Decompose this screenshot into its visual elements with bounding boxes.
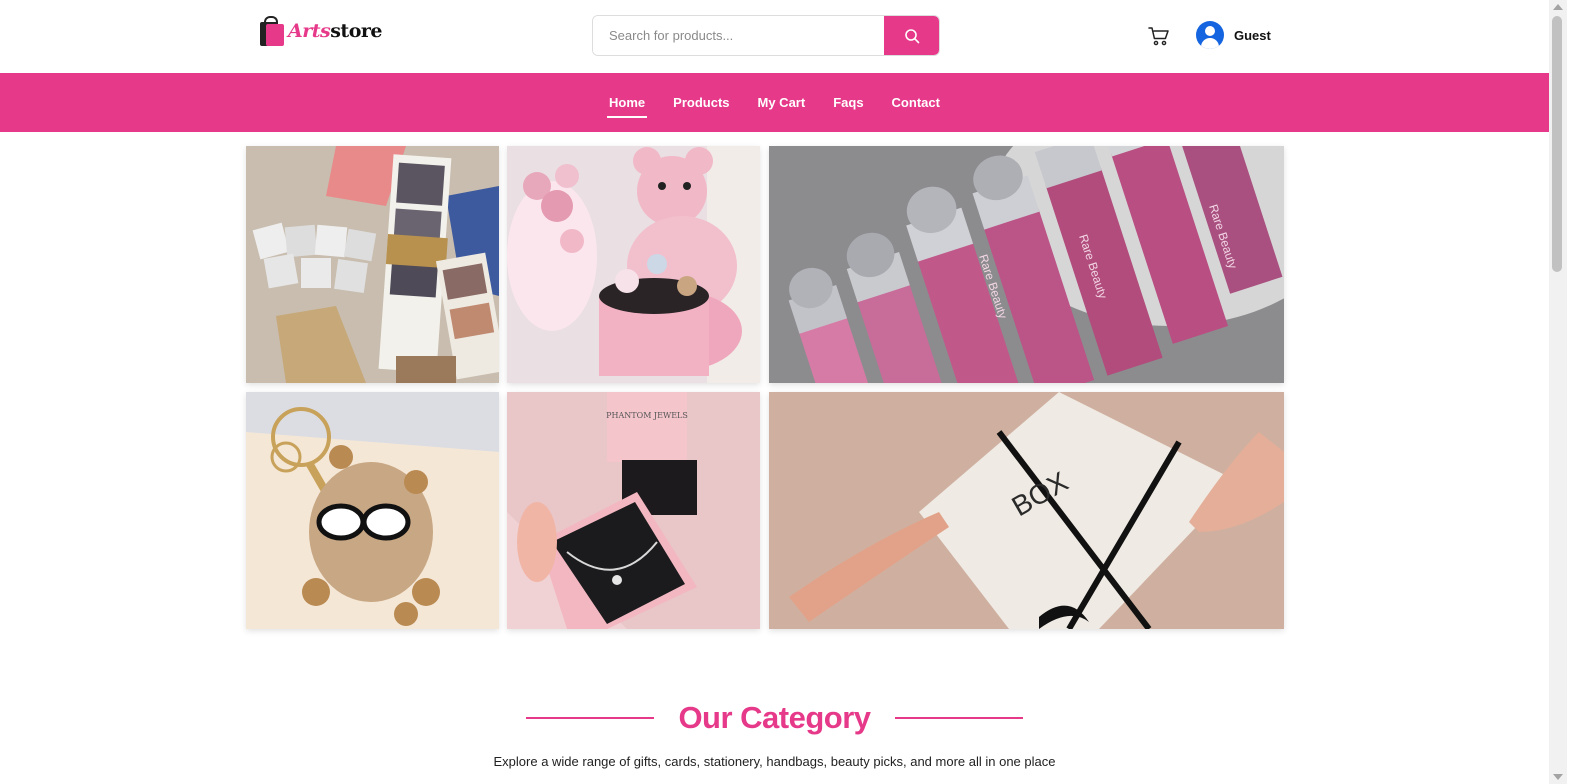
photo-strips-bouquet-image[interactable] xyxy=(246,146,499,383)
nav-faqs[interactable]: Faqs xyxy=(831,91,865,114)
search-input[interactable] xyxy=(593,16,884,55)
scroll-up-arrow-icon[interactable] xyxy=(1553,4,1563,10)
category-subtitle: Explore a wide range of gifts, cards, st… xyxy=(493,754,1056,769)
phantom-jewels-necklace-image[interactable]: PHANTOM JEWELS xyxy=(507,392,760,629)
search-button[interactable] xyxy=(884,16,939,55)
cart-icon xyxy=(1148,27,1169,46)
page-scrollbar[interactable] xyxy=(1549,0,1567,784)
scroll-down-arrow-icon[interactable] xyxy=(1553,774,1563,780)
nav-home[interactable]: Home xyxy=(607,91,648,118)
pink-teddy-gift-box-image[interactable] xyxy=(507,146,760,383)
category-section: Our Category Explore a wide range of gif… xyxy=(0,700,1549,769)
brand-name-part1: Arts xyxy=(288,20,331,42)
scrollbar-thumb[interactable] xyxy=(1552,16,1562,272)
fluffy-keychain-image[interactable] xyxy=(246,392,499,629)
nav-contact[interactable]: Contact xyxy=(890,91,942,114)
brand-logo[interactable]: Arts store xyxy=(260,13,382,49)
main-nav: Home Products My Cart Faqs Contact xyxy=(0,73,1549,132)
nav-my-cart[interactable]: My Cart xyxy=(756,91,808,114)
gift-box-handover-image[interactable]: BOX xyxy=(769,392,1284,629)
user-name: Guest xyxy=(1234,27,1271,43)
user-menu[interactable]: Guest xyxy=(1196,21,1271,49)
shopping-bag-icon xyxy=(260,16,286,46)
user-avatar-icon xyxy=(1196,21,1224,49)
search-icon xyxy=(904,28,919,43)
search-bar xyxy=(592,15,940,56)
site-header: Artsstore Guest xyxy=(0,0,1549,73)
category-title: Our Category xyxy=(678,700,871,735)
rare-beauty-lip-tint-image[interactable]: Rare Beauty Rare Beauty Rare Beauty xyxy=(769,146,1284,383)
brand-name-part2: store xyxy=(330,20,382,42)
cart-button[interactable] xyxy=(1147,24,1171,48)
phantom-jewels-label: PHANTOM JEWELS xyxy=(606,411,688,420)
title-divider-right xyxy=(894,717,1023,719)
nav-products[interactable]: Products xyxy=(671,91,731,114)
title-divider-left xyxy=(526,717,655,719)
